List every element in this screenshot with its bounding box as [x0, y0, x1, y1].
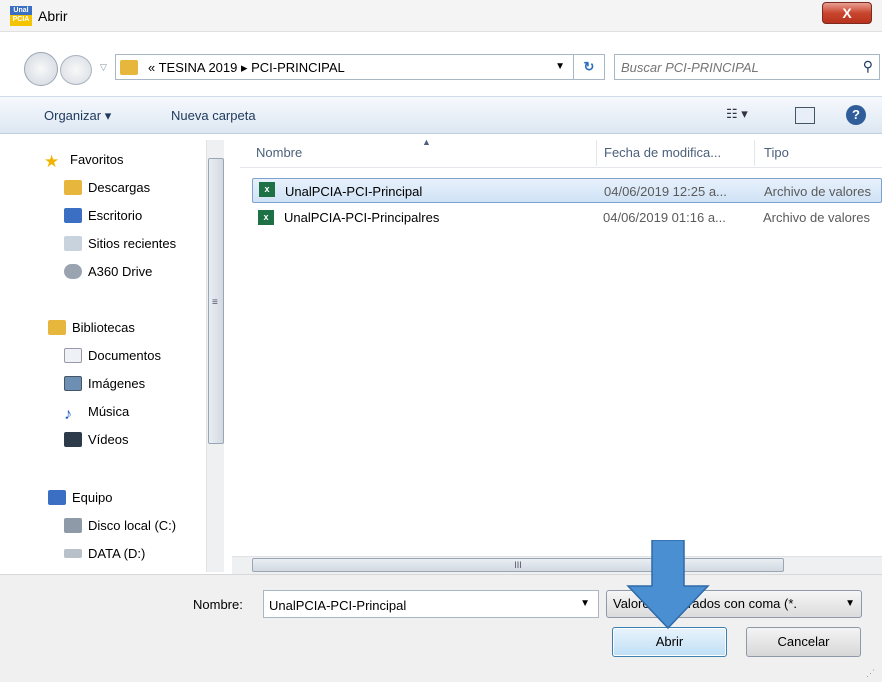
- address-dropdown-icon[interactable]: ▼: [555, 61, 565, 72]
- disk-drive-icon: [64, 549, 82, 558]
- nav-label: A360 Drive: [88, 264, 153, 279]
- csv-file-icon: x: [258, 210, 274, 225]
- open-file-dialog: Unal PCIA Abrir X ▽ « TESINA 2019 ▸ PCI-…: [0, 0, 882, 682]
- back-button[interactable]: [24, 52, 58, 86]
- search-input[interactable]: [621, 58, 851, 76]
- filename-input[interactable]: [269, 596, 569, 614]
- chevron-down-icon[interactable]: ▼: [845, 598, 855, 609]
- nav-label: DATA (D:): [88, 546, 146, 561]
- close-button[interactable]: X: [822, 2, 872, 24]
- cancel-button[interactable]: Cancelar: [746, 627, 861, 657]
- app-icon: Unal PCIA: [10, 6, 32, 26]
- disk-drive-icon: [64, 518, 82, 533]
- file-name: UnalPCIA-PCI-Principal: [285, 184, 423, 199]
- column-separator[interactable]: [754, 140, 755, 166]
- sort-arrow-icon: ▲: [422, 137, 431, 147]
- filename-label: Nombre:: [193, 597, 243, 612]
- navigation-pane: ★ Favoritos Descargas Escritorio Sitios r…: [0, 134, 230, 574]
- help-icon[interactable]: ?: [846, 105, 866, 125]
- nav-label: Descargas: [88, 180, 151, 195]
- resize-grip-icon[interactable]: ⋰: [866, 668, 875, 679]
- new-folder-button[interactable]: Nueva carpeta: [171, 108, 256, 123]
- chevron-down-icon[interactable]: ▼: [580, 598, 590, 609]
- view-menu-icon[interactable]: ☷ ▾: [726, 106, 748, 122]
- nav-label: Escritorio: [88, 208, 143, 223]
- nav-item-downloads[interactable]: Descargas: [64, 180, 150, 202]
- file-row[interactable]: x UnalPCIA-PCI-Principalres 04/06/2019 0…: [252, 207, 882, 229]
- nav-item-videos[interactable]: Vídeos: [64, 432, 128, 454]
- column-name[interactable]: Nombre: [256, 145, 302, 160]
- file-date: 04/06/2019 01:16 a...: [603, 210, 726, 225]
- recent-locations-dropdown-icon[interactable]: ▽: [100, 62, 107, 73]
- column-type[interactable]: Tipo: [764, 145, 789, 160]
- breadcrumb[interactable]: « TESINA 2019 ▸ PCI-PRINCIPAL: [148, 60, 345, 76]
- nav-item-desktop[interactable]: Escritorio: [64, 208, 142, 230]
- cloud-drive-icon: [64, 264, 82, 279]
- videos-icon: [64, 432, 82, 447]
- nav-item-local-disk-c[interactable]: Disco local (C:): [64, 518, 176, 540]
- nav-label: Vídeos: [88, 432, 129, 447]
- file-date: 04/06/2019 12:25 a...: [604, 184, 727, 199]
- nav-item-a360-drive[interactable]: A360 Drive: [64, 264, 152, 286]
- star-icon: ★: [44, 152, 60, 171]
- nav-item-music[interactable]: ♪ Música: [64, 404, 129, 426]
- forward-button[interactable]: [60, 55, 92, 85]
- downloads-icon: [64, 180, 82, 195]
- nav-label: Sitios recientes: [88, 236, 177, 251]
- down-arrow-annotation-icon: [626, 540, 710, 630]
- music-icon: ♪: [64, 406, 72, 423]
- command-toolbar: [0, 96, 882, 134]
- file-type: Archivo de valores: [764, 184, 871, 199]
- refresh-button[interactable]: ↻: [573, 54, 605, 80]
- column-headers: Nombre ▲ Fecha de modifica... Tipo: [240, 137, 882, 168]
- open-button[interactable]: Abrir: [612, 627, 727, 657]
- nav-label: Documentos: [88, 348, 161, 363]
- nav-label: Imágenes: [88, 376, 146, 391]
- nav-item-documents[interactable]: Documentos: [64, 348, 161, 370]
- libraries-icon: [48, 320, 66, 335]
- nav-label: Música: [88, 404, 130, 419]
- file-row[interactable]: x UnalPCIA-PCI-Principal 04/06/2019 12:2…: [252, 178, 882, 203]
- address-bar[interactable]: « TESINA 2019 ▸ PCI-PRINCIPAL ▼: [115, 54, 574, 80]
- file-type: Archivo de valores: [763, 210, 870, 225]
- folder-icon: [120, 60, 138, 75]
- documents-icon: [64, 348, 82, 363]
- recent-places-icon: [64, 236, 82, 251]
- csv-file-icon: x: [259, 182, 275, 197]
- nav-item-data-d[interactable]: DATA (D:): [64, 546, 145, 568]
- column-date[interactable]: Fecha de modifica...: [604, 145, 721, 160]
- nav-label: Disco local (C:): [88, 518, 177, 533]
- pictures-icon: [64, 376, 82, 391]
- nav-item-recent-places[interactable]: Sitios recientes: [64, 236, 176, 258]
- nav-computer[interactable]: Equipo: [48, 490, 112, 512]
- nav-label: Favoritos: [70, 152, 124, 167]
- nav-label: Equipo: [72, 490, 113, 505]
- nav-libraries[interactable]: Bibliotecas: [48, 320, 135, 342]
- grip-icon: ≡: [212, 297, 218, 308]
- nav-item-pictures[interactable]: Imágenes: [64, 376, 145, 398]
- title-bar: Unal PCIA Abrir X: [0, 0, 882, 32]
- preview-pane-icon[interactable]: [795, 107, 815, 124]
- search-box[interactable]: ⚲: [614, 54, 880, 80]
- nav-favorites[interactable]: ★ Favoritos: [44, 152, 123, 174]
- computer-icon: [48, 490, 66, 505]
- nav-label: Bibliotecas: [72, 320, 135, 335]
- organize-menu-button[interactable]: Organizar ▾: [44, 108, 111, 124]
- column-separator[interactable]: [596, 140, 597, 166]
- search-icon[interactable]: ⚲: [863, 58, 873, 75]
- file-name: UnalPCIA-PCI-Principalres: [284, 210, 440, 225]
- filename-combo[interactable]: ▼: [263, 590, 599, 618]
- desktop-icon: [64, 208, 82, 223]
- window-title: Abrir: [38, 8, 68, 24]
